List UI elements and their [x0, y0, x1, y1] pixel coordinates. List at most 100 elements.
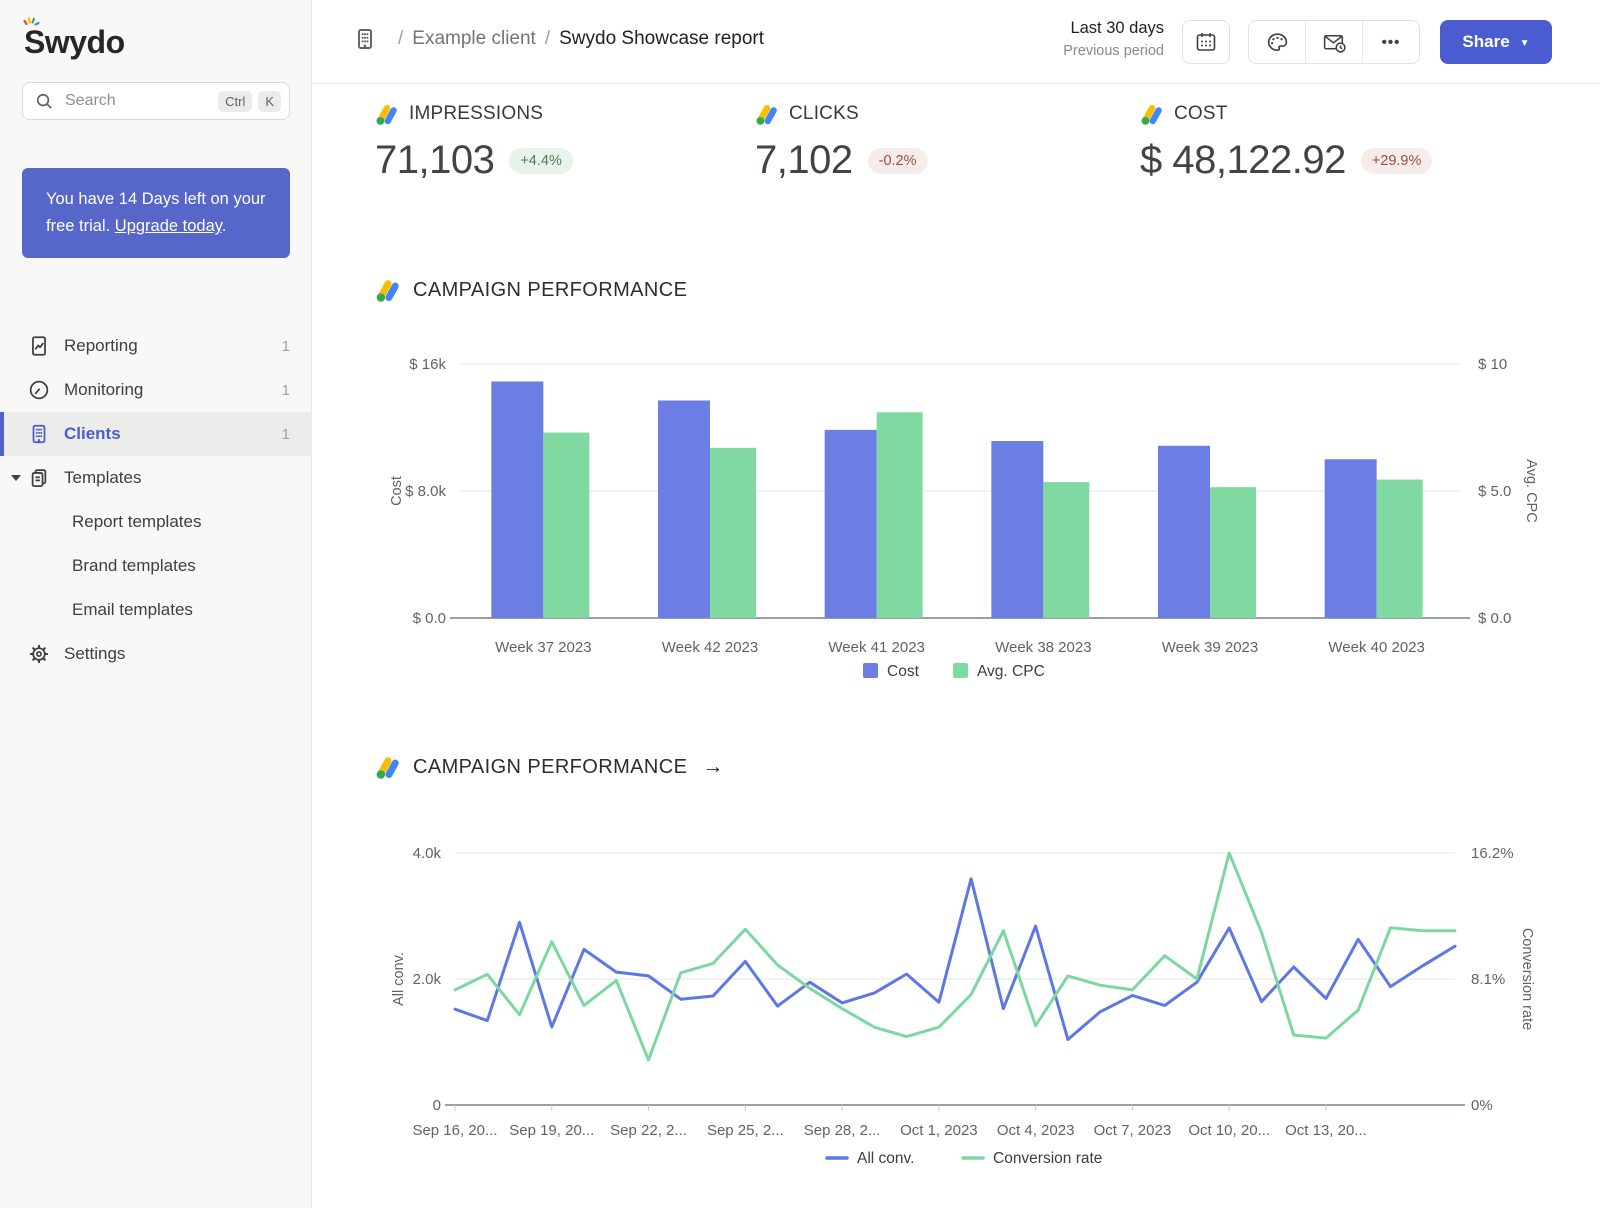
kbd-k: K — [258, 91, 281, 112]
svg-text:$ 16k: $ 16k — [409, 356, 446, 373]
svg-text:Week 38 2023: Week 38 2023 — [995, 639, 1091, 656]
active-indicator — [0, 412, 4, 456]
date-range-secondary: Previous period — [1063, 41, 1164, 62]
svg-text:0: 0 — [433, 1097, 441, 1114]
email-schedule-icon — [1322, 31, 1347, 54]
client-building-icon[interactable] — [353, 27, 377, 51]
sidebar-item-brand-templates[interactable]: Brand templates — [0, 544, 312, 588]
svg-text:All conv.: All conv. — [391, 952, 407, 1006]
sidebar-item-monitoring[interactable]: Monitoring 1 — [0, 368, 312, 412]
svg-text:Oct 1, 2023: Oct 1, 2023 — [900, 1122, 978, 1139]
sidebar-item-settings[interactable]: Settings — [0, 632, 312, 676]
sidebar-item-templates[interactable]: Templates — [0, 456, 312, 500]
calendar-icon — [1194, 30, 1218, 54]
sidebar-item-label: Reporting — [64, 336, 138, 356]
reporting-icon — [28, 335, 50, 357]
breadcrumb-separator: / — [545, 28, 550, 50]
header: / Example client / Swydo Showcase report… — [313, 0, 1600, 84]
svg-text:Sep 25, 2...: Sep 25, 2... — [707, 1122, 784, 1139]
date-range-primary: Last 30 days — [1063, 17, 1164, 41]
subnav-label: Brand templates — [72, 556, 196, 576]
svg-text:Week 42 2023: Week 42 2023 — [662, 639, 758, 656]
svg-text:All conv.: All conv. — [857, 1150, 914, 1167]
calendar-button[interactable] — [1182, 20, 1230, 64]
kpi-value: 71,103 — [375, 138, 494, 183]
svg-text:$ 8.0k: $ 8.0k — [405, 483, 446, 500]
breadcrumb-report-title: Swydo Showcase report — [559, 28, 764, 50]
kpi-value: $ 48,122.92 — [1140, 138, 1346, 183]
arrow-right-icon: → — [702, 755, 723, 779]
share-button[interactable]: Share ▼ — [1440, 20, 1552, 64]
sidebar-item-label: Clients — [64, 424, 121, 444]
svg-text:Sep 16, 20...: Sep 16, 20... — [412, 1122, 497, 1139]
gauge-icon — [28, 379, 50, 401]
kpi-delta-badge: +4.4% — [509, 148, 573, 174]
theme-button[interactable] — [1249, 21, 1305, 63]
kpi-delta-badge: +29.9% — [1361, 148, 1433, 174]
svg-text:Avg. CPC: Avg. CPC — [977, 663, 1045, 680]
sidebar-item-report-templates[interactable]: Report templates — [0, 500, 312, 544]
sidebar-item-reporting[interactable]: Reporting 1 — [0, 324, 312, 368]
sidebar-item-count: 1 — [282, 338, 290, 355]
subnav-label: Report templates — [72, 512, 201, 532]
sidebar-item-clients[interactable]: Clients 1 — [0, 412, 312, 456]
bar-chart-title: CAMPAIGN PERFORMANCE — [375, 279, 687, 302]
kpi-clicks: CLICKS 7,102 -0.2% — [755, 103, 928, 183]
svg-text:4.0k: 4.0k — [413, 845, 442, 862]
google-ads-icon — [755, 104, 778, 125]
kpi-delta-badge: -0.2% — [868, 148, 928, 174]
campaign-performance-bar-chart: $ 16k$ 8.0k$ 0.0$ 10$ 5.0$ 0.0CostAvg. C… — [375, 333, 1545, 693]
report-actions-group: ••• — [1248, 20, 1420, 64]
svg-text:8.1%: 8.1% — [1471, 971, 1505, 988]
svg-text:Oct 13, 20...: Oct 13, 20... — [1285, 1122, 1367, 1139]
svg-text:Sep 22, 2...: Sep 22, 2... — [610, 1122, 687, 1139]
google-ads-icon — [375, 756, 400, 779]
sidebar-item-count: 1 — [282, 382, 290, 399]
share-label: Share — [1462, 32, 1509, 52]
gear-icon — [28, 643, 50, 665]
logo-text: Swydo — [24, 24, 125, 60]
svg-text:Week 39 2023: Week 39 2023 — [1162, 639, 1258, 656]
svg-text:Conversion rate: Conversion rate — [1519, 928, 1535, 1030]
search-input[interactable] — [63, 91, 212, 111]
svg-text:0%: 0% — [1471, 1097, 1493, 1114]
google-ads-icon — [1140, 104, 1163, 125]
more-options-button[interactable]: ••• — [1362, 21, 1419, 63]
sidebar: Swydo Ctrl K You have 14 Days left on yo… — [0, 0, 312, 1208]
kbd-ctrl: Ctrl — [218, 91, 252, 112]
svg-text:$ 10: $ 10 — [1478, 356, 1507, 373]
search-icon — [35, 92, 54, 111]
svg-text:Week 40 2023: Week 40 2023 — [1328, 639, 1424, 656]
kpi-impressions: IMPRESSIONS 71,103 +4.4% — [375, 103, 573, 183]
breadcrumb: / Example client / Swydo Showcase report — [353, 27, 764, 51]
ellipsis-icon: ••• — [1382, 34, 1401, 51]
upgrade-link[interactable]: Upgrade today — [115, 217, 222, 235]
line-chart-title[interactable]: CAMPAIGN PERFORMANCE → — [375, 755, 724, 779]
schedule-email-button[interactable] — [1305, 21, 1362, 63]
chevron-down-icon — [11, 475, 21, 481]
kpi-cost: COST $ 48,122.92 +29.9% — [1140, 103, 1432, 183]
svg-text:Avg. CPC: Avg. CPC — [1523, 459, 1539, 522]
svg-text:Sep 19, 20...: Sep 19, 20... — [509, 1122, 594, 1139]
svg-text:$ 0.0: $ 0.0 — [1478, 610, 1511, 627]
svg-text:Cost: Cost — [389, 476, 405, 506]
swydo-logo[interactable]: Swydo — [24, 16, 125, 60]
breadcrumb-separator: / — [398, 28, 403, 50]
breadcrumb-client[interactable]: Example client — [412, 28, 536, 50]
sidebar-item-label: Templates — [64, 468, 141, 488]
trial-period: . — [222, 217, 227, 235]
sidebar-item-email-templates[interactable]: Email templates — [0, 588, 312, 632]
report-canvas: IMPRESSIONS 71,103 +4.4% CLICKS 7,102 -0… — [313, 85, 1600, 1208]
svg-text:Cost: Cost — [887, 663, 920, 680]
svg-text:Sep 28, 2...: Sep 28, 2... — [804, 1122, 881, 1139]
sidebar-item-label: Monitoring — [64, 380, 143, 400]
kpi-label: COST — [1174, 103, 1228, 125]
google-ads-icon — [375, 279, 400, 302]
building-icon — [28, 423, 50, 445]
campaign-performance-line-chart: 4.0k2.0k016.2%8.1%0%All conv.Conversion … — [375, 797, 1545, 1187]
date-range-selector[interactable]: Last 30 days Previous period — [1063, 17, 1164, 62]
search-box: Ctrl K — [22, 82, 290, 120]
kpi-label: IMPRESSIONS — [409, 103, 543, 125]
trial-banner: You have 14 Days left on your free trial… — [22, 168, 290, 258]
svg-text:Oct 10, 20...: Oct 10, 20... — [1188, 1122, 1270, 1139]
